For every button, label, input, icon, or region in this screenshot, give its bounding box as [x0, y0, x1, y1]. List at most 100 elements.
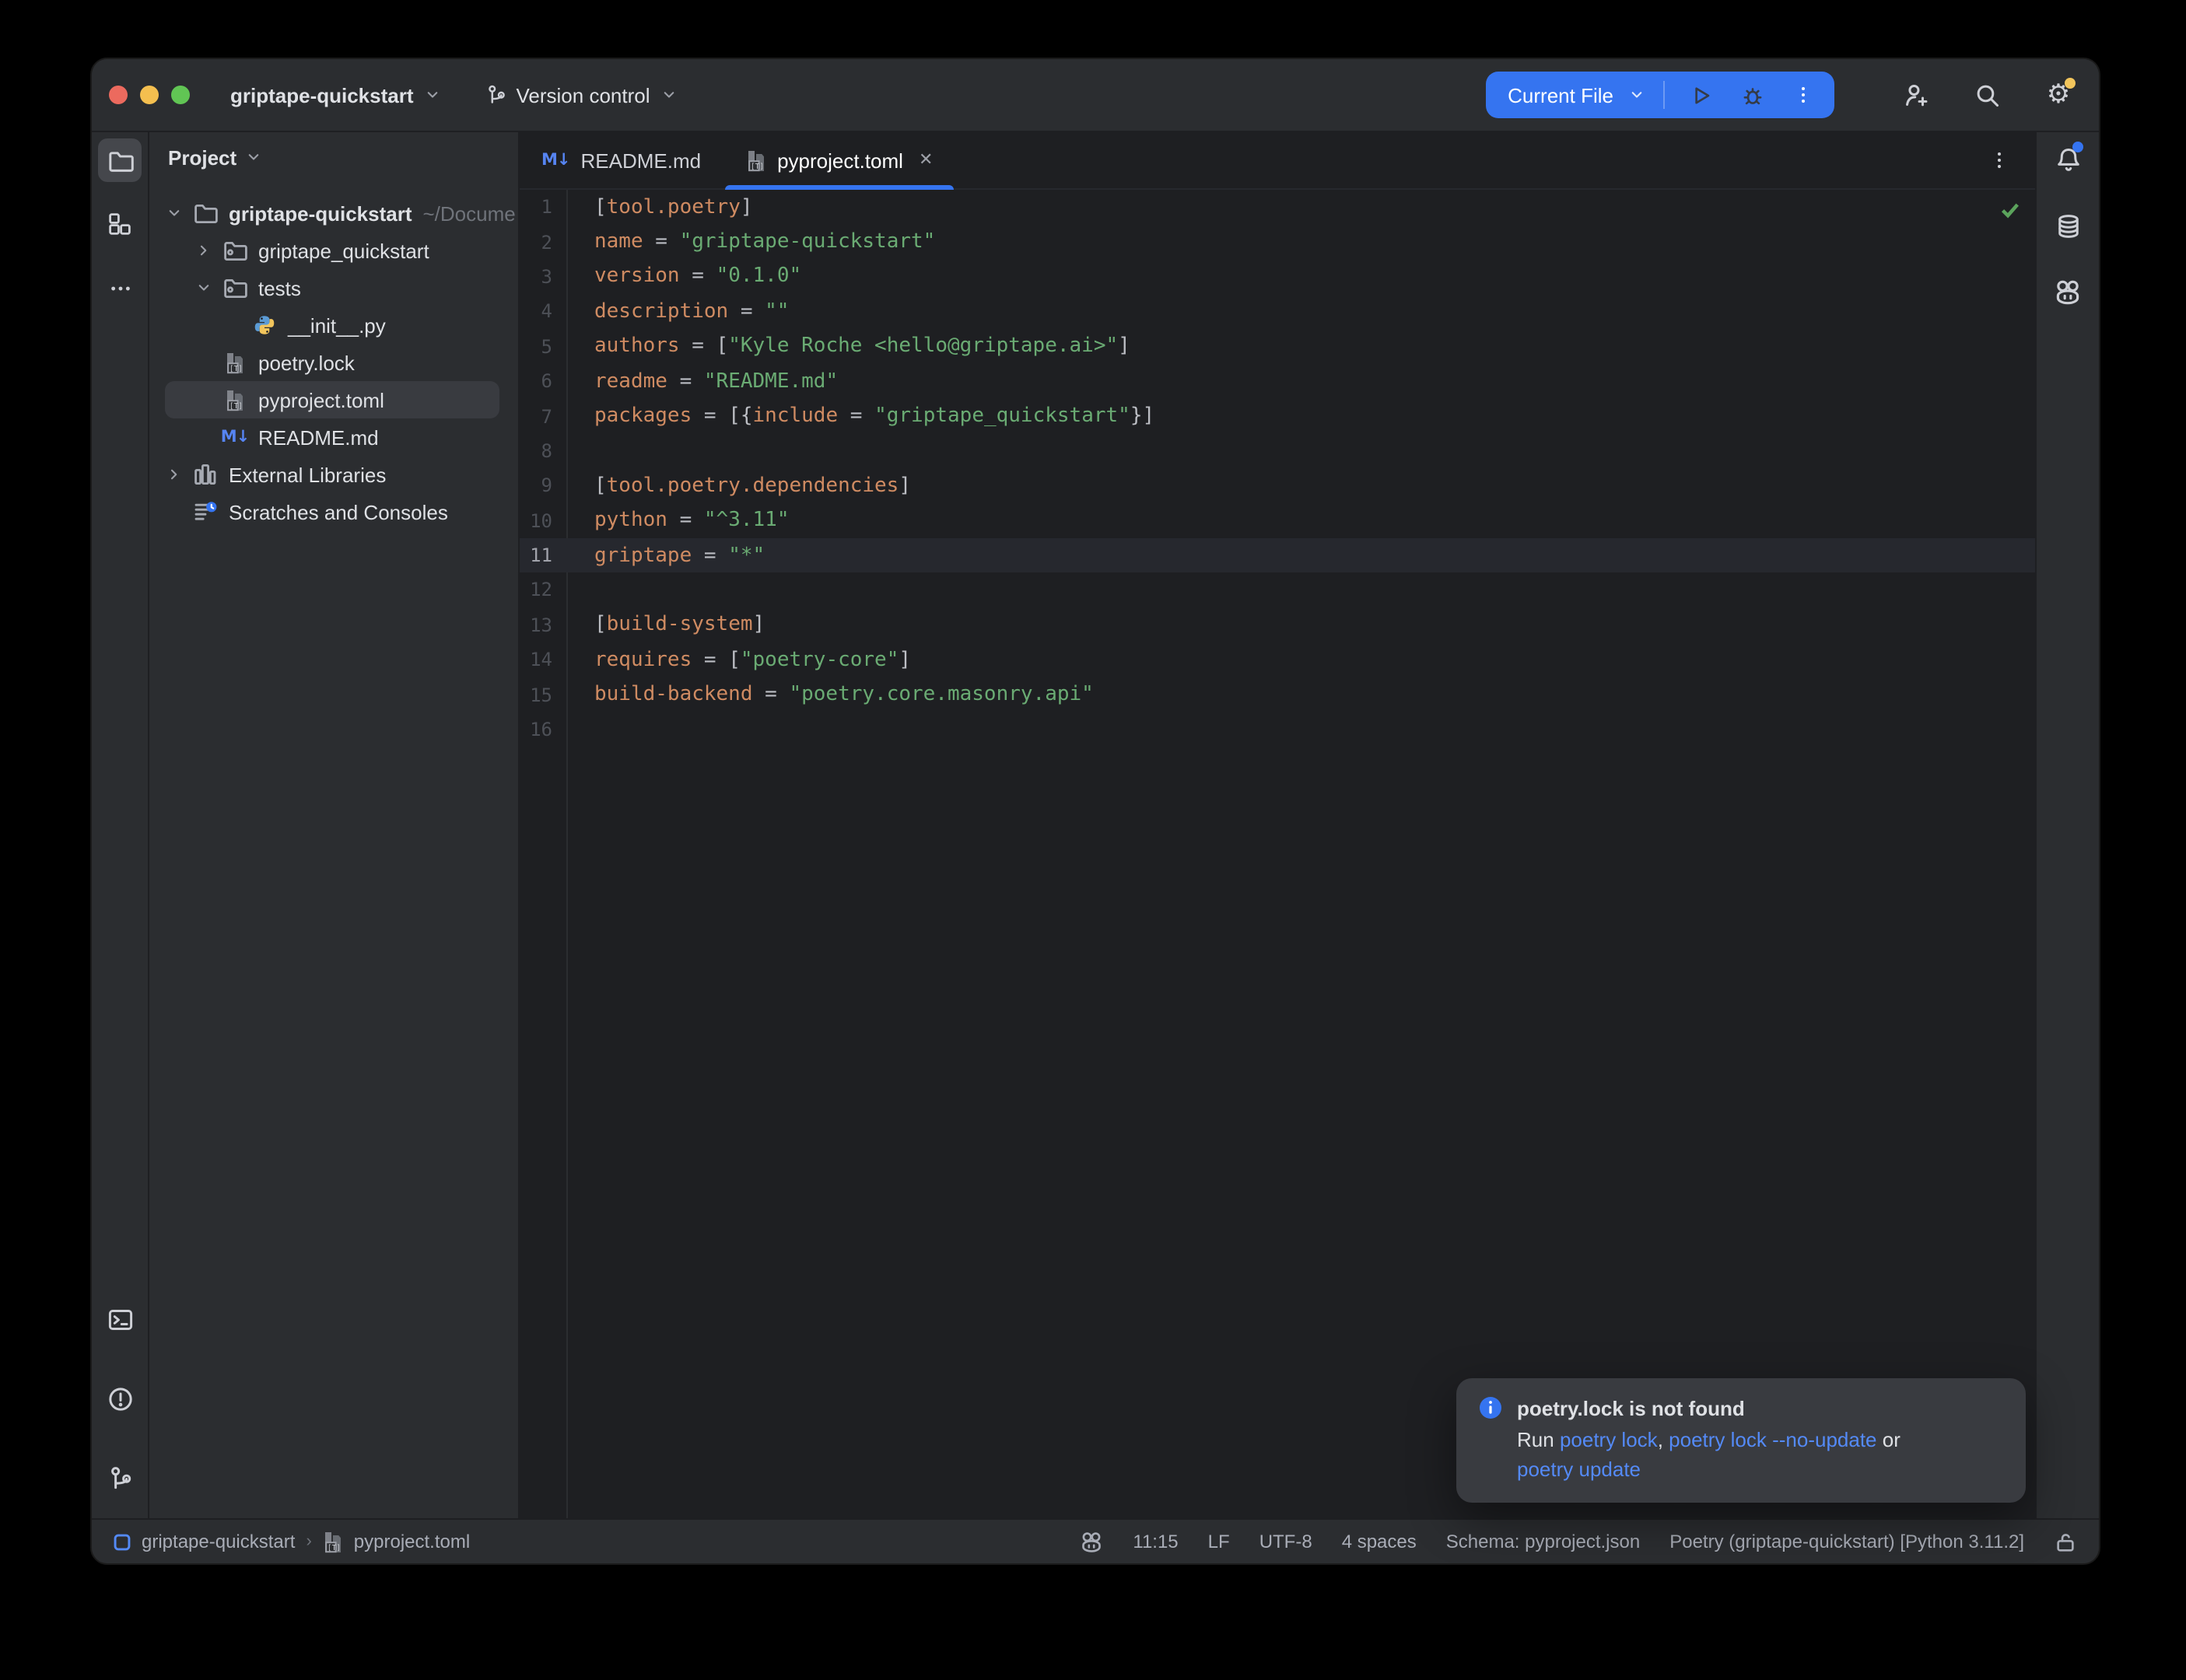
- minimize-window-button[interactable]: [140, 86, 159, 104]
- ai-assistant-status[interactable]: [1080, 1530, 1103, 1553]
- chevron-down-icon[interactable]: [162, 204, 187, 222]
- line-content: requires = ["poetry-core"]: [566, 649, 911, 672]
- vcs-widget[interactable]: Version control: [475, 75, 689, 114]
- tree-item-label: griptape_quickstart: [258, 239, 429, 262]
- info-icon: [1478, 1395, 1503, 1420]
- tab-readme-md[interactable]: M↓README.md: [520, 132, 723, 188]
- code-line-14[interactable]: 14requires = ["poetry-core"]: [520, 642, 2035, 677]
- tree-item-scratches-and-consoles[interactable]: Scratches and Consoles: [149, 493, 518, 530]
- more-icon: [108, 276, 131, 299]
- database-toolwindow-button[interactable]: [2052, 210, 2083, 241]
- inspections-ok-icon[interactable]: [1999, 199, 2021, 221]
- search-everywhere-button[interactable]: [1971, 79, 2002, 110]
- chevron-down-icon[interactable]: [191, 278, 216, 297]
- line-content: name = "griptape-quickstart": [566, 230, 935, 254]
- link-poetry-lock-no-update[interactable]: poetry lock --no-update: [1669, 1428, 1876, 1451]
- structure-icon: [107, 212, 132, 236]
- terminal-toolwindow-button[interactable]: [98, 1297, 142, 1341]
- tab-options-kebab-icon[interactable]: [1988, 132, 2010, 188]
- write-access-toggle[interactable]: [2054, 1530, 2077, 1553]
- debug-button[interactable]: [1733, 76, 1771, 114]
- code-line-2[interactable]: 2name = "griptape-quickstart": [520, 225, 2035, 260]
- libraries-icon: [191, 462, 219, 487]
- play-icon: [1689, 83, 1712, 107]
- terminal-icon: [107, 1306, 133, 1332]
- code-line-4[interactable]: 4description = "": [520, 294, 2035, 329]
- tree-item-pyproject-toml[interactable]: [T]pyproject.toml: [149, 381, 518, 418]
- line-number: 16: [520, 719, 566, 740]
- module-icon: [112, 1531, 132, 1552]
- code-line-12[interactable]: 12: [520, 573, 2035, 608]
- tab-pyproject-toml[interactable]: [T]pyproject.toml✕: [723, 132, 955, 188]
- breadcrumb-separator: ›: [306, 1532, 311, 1551]
- ai-assistant-toolwindow-button[interactable]: [2052, 277, 2083, 308]
- problems-toolwindow-button[interactable]: [98, 1377, 142, 1420]
- chevron-down-icon: [660, 86, 678, 104]
- tree-item-griptape-quickstart[interactable]: griptape-quickstart~/Docume: [149, 194, 518, 232]
- line-separator[interactable]: LF: [1208, 1531, 1230, 1552]
- breadcrumb-griptape-quickstart[interactable]: griptape-quickstart: [112, 1531, 295, 1552]
- run-more-button[interactable]: [1785, 76, 1822, 114]
- settings-button[interactable]: ⚙: [2043, 79, 2074, 110]
- notifications-button[interactable]: [2052, 143, 2083, 174]
- notification-popup: poetry.lock is not found Run poetry lock…: [1456, 1378, 2026, 1503]
- file-encoding[interactable]: UTF-8: [1259, 1531, 1312, 1552]
- markdown-icon: M↓: [541, 151, 570, 170]
- code-line-13[interactable]: 13[build-system]: [520, 607, 2035, 642]
- chevron-right-icon[interactable]: [191, 241, 216, 260]
- tree-item-init-py[interactable]: __init__.py: [149, 306, 518, 344]
- line-number: 3: [520, 266, 566, 288]
- cursor-position[interactable]: 11:15: [1133, 1531, 1178, 1552]
- code-line-10[interactable]: 10python = "^3.11": [520, 503, 2035, 538]
- more-toolwindows-button[interactable]: [98, 266, 142, 310]
- tree-item-label: tests: [258, 276, 301, 299]
- link-poetry-update[interactable]: poetry update: [1517, 1458, 1641, 1481]
- code-line-6[interactable]: 6readme = "README.md": [520, 364, 2035, 399]
- line-number: 11: [520, 544, 566, 566]
- fullscreen-window-button[interactable]: [171, 86, 190, 104]
- close-tab-icon[interactable]: ✕: [919, 152, 933, 169]
- code-line-3[interactable]: 3version = "0.1.0": [520, 260, 2035, 295]
- notification-text: ,: [1658, 1428, 1669, 1451]
- chevron-down-icon: [244, 148, 263, 166]
- close-window-button[interactable]: [109, 86, 128, 104]
- code-line-16[interactable]: 16: [520, 712, 2035, 747]
- project-panel-title: Project: [168, 145, 236, 169]
- code-line-9[interactable]: 9[tool.poetry.dependencies]: [520, 468, 2035, 503]
- json-schema[interactable]: Schema: pyproject.json: [1446, 1531, 1640, 1552]
- tree-item-griptape-quickstart[interactable]: griptape_quickstart: [149, 232, 518, 269]
- run-widget[interactable]: Current File: [1486, 72, 1834, 118]
- project-toolwindow-button[interactable]: [98, 138, 142, 182]
- tree-item-readme-md[interactable]: M↓README.md: [149, 418, 518, 456]
- version-control-toolwindow-button[interactable]: [98, 1456, 142, 1500]
- line-number: 15: [520, 684, 566, 705]
- problems-icon: [107, 1385, 133, 1412]
- code-with-me-button[interactable]: [1900, 79, 1931, 110]
- code-line-5[interactable]: 5authors = ["Kyle Roche <hello@griptape.…: [520, 329, 2035, 364]
- tree-item-poetry-lock[interactable]: [T]poetry.lock: [149, 344, 518, 381]
- code-line-11[interactable]: 11griptape = "*": [520, 538, 2035, 573]
- code-line-7[interactable]: 7packages = [{include = "griptape_quicks…: [520, 399, 2035, 434]
- project-panel-header[interactable]: Project: [149, 138, 518, 176]
- svg-text:[T]: [T]: [328, 1543, 342, 1552]
- code-line-8[interactable]: 8: [520, 433, 2035, 468]
- line-content: python = "^3.11": [566, 509, 790, 532]
- indent-style[interactable]: 4 spaces: [1342, 1531, 1417, 1552]
- link-poetry-lock[interactable]: poetry lock: [1560, 1428, 1658, 1451]
- line-content: griptape = "*": [566, 544, 765, 567]
- code-editor[interactable]: 1[tool.poetry]2name = "griptape-quicksta…: [520, 190, 2035, 1518]
- code-line-1[interactable]: 1[tool.poetry]: [520, 190, 2035, 225]
- editor-area: M↓README.md[T]pyproject.toml✕ 1[tool.poe…: [520, 132, 2035, 1518]
- project-switcher[interactable]: griptape-quickstart: [219, 75, 453, 114]
- python-interpreter[interactable]: Poetry (griptape-quickstart) [Python 3.1…: [1669, 1531, 2024, 1552]
- svg-text:[T]: [T]: [229, 364, 243, 373]
- structure-toolwindow-button[interactable]: [98, 202, 142, 246]
- line-number: 4: [520, 301, 566, 323]
- tree-item-external-libraries[interactable]: External Libraries: [149, 456, 518, 493]
- vcs-label: Version control: [517, 83, 650, 107]
- breadcrumb-pyproject-toml[interactable]: [T]pyproject.toml: [323, 1530, 470, 1553]
- code-line-15[interactable]: 15build-backend = "poetry.core.masonry.a…: [520, 677, 2035, 712]
- tree-item-tests[interactable]: tests: [149, 269, 518, 306]
- chevron-right-icon[interactable]: [162, 465, 187, 484]
- run-button[interactable]: [1682, 76, 1719, 114]
